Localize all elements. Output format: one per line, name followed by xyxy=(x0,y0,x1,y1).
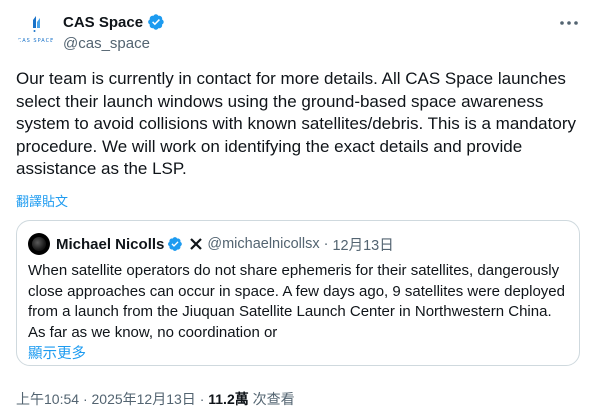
show-more-link[interactable]: 顯示更多 xyxy=(28,342,86,363)
quoted-tweet-header: Michael Nicolls @michaelnicollsx · 12月13… xyxy=(28,233,394,255)
meta-separator: · xyxy=(199,391,205,407)
quoted-handle[interactable]: @michaelnicollsx xyxy=(207,236,319,252)
x-affiliate-icon xyxy=(189,237,204,251)
avatar[interactable]: CAS SPACE xyxy=(16,10,56,50)
author-handle[interactable]: @cas_space xyxy=(63,35,150,52)
verified-badge-icon xyxy=(168,237,183,251)
views-count: 11.2萬 xyxy=(208,391,249,407)
author-name-row: CAS Space xyxy=(63,13,165,31)
tweet-header: CAS SPACE CAS Space @cas_space xyxy=(16,10,586,58)
quoted-display-name[interactable]: Michael Nicolls xyxy=(56,236,164,253)
author-display-name[interactable]: CAS Space xyxy=(63,14,143,31)
quoted-separator: · xyxy=(323,236,329,252)
tweet-date[interactable]: 2025年12月13日 xyxy=(92,391,196,407)
quoted-date[interactable]: 12月13日 xyxy=(332,234,393,255)
quoted-tweet-text: When satellite operators do not share ep… xyxy=(28,262,565,341)
quoted-avatar[interactable] xyxy=(28,233,50,255)
quoted-tweet[interactable]: Michael Nicolls @michaelnicollsx · 12月13… xyxy=(16,220,580,366)
translate-post-link[interactable]: 翻譯貼文 xyxy=(16,191,68,210)
avatar-logo-text: CAS SPACE xyxy=(17,38,55,44)
tweet-time[interactable]: 上午10:54 xyxy=(16,391,79,407)
tweet-meta: 上午10:54 · 2025年12月13日 · 11.2萬 次查看 xyxy=(16,389,295,409)
views-label: 次查看 xyxy=(252,391,295,407)
tweet-text: Our team is currently in contact for mor… xyxy=(16,69,576,178)
verified-badge-icon xyxy=(148,14,164,30)
meta-separator: · xyxy=(82,391,88,407)
cas-logo-icon xyxy=(33,16,40,32)
more-options-icon[interactable] xyxy=(558,12,580,34)
